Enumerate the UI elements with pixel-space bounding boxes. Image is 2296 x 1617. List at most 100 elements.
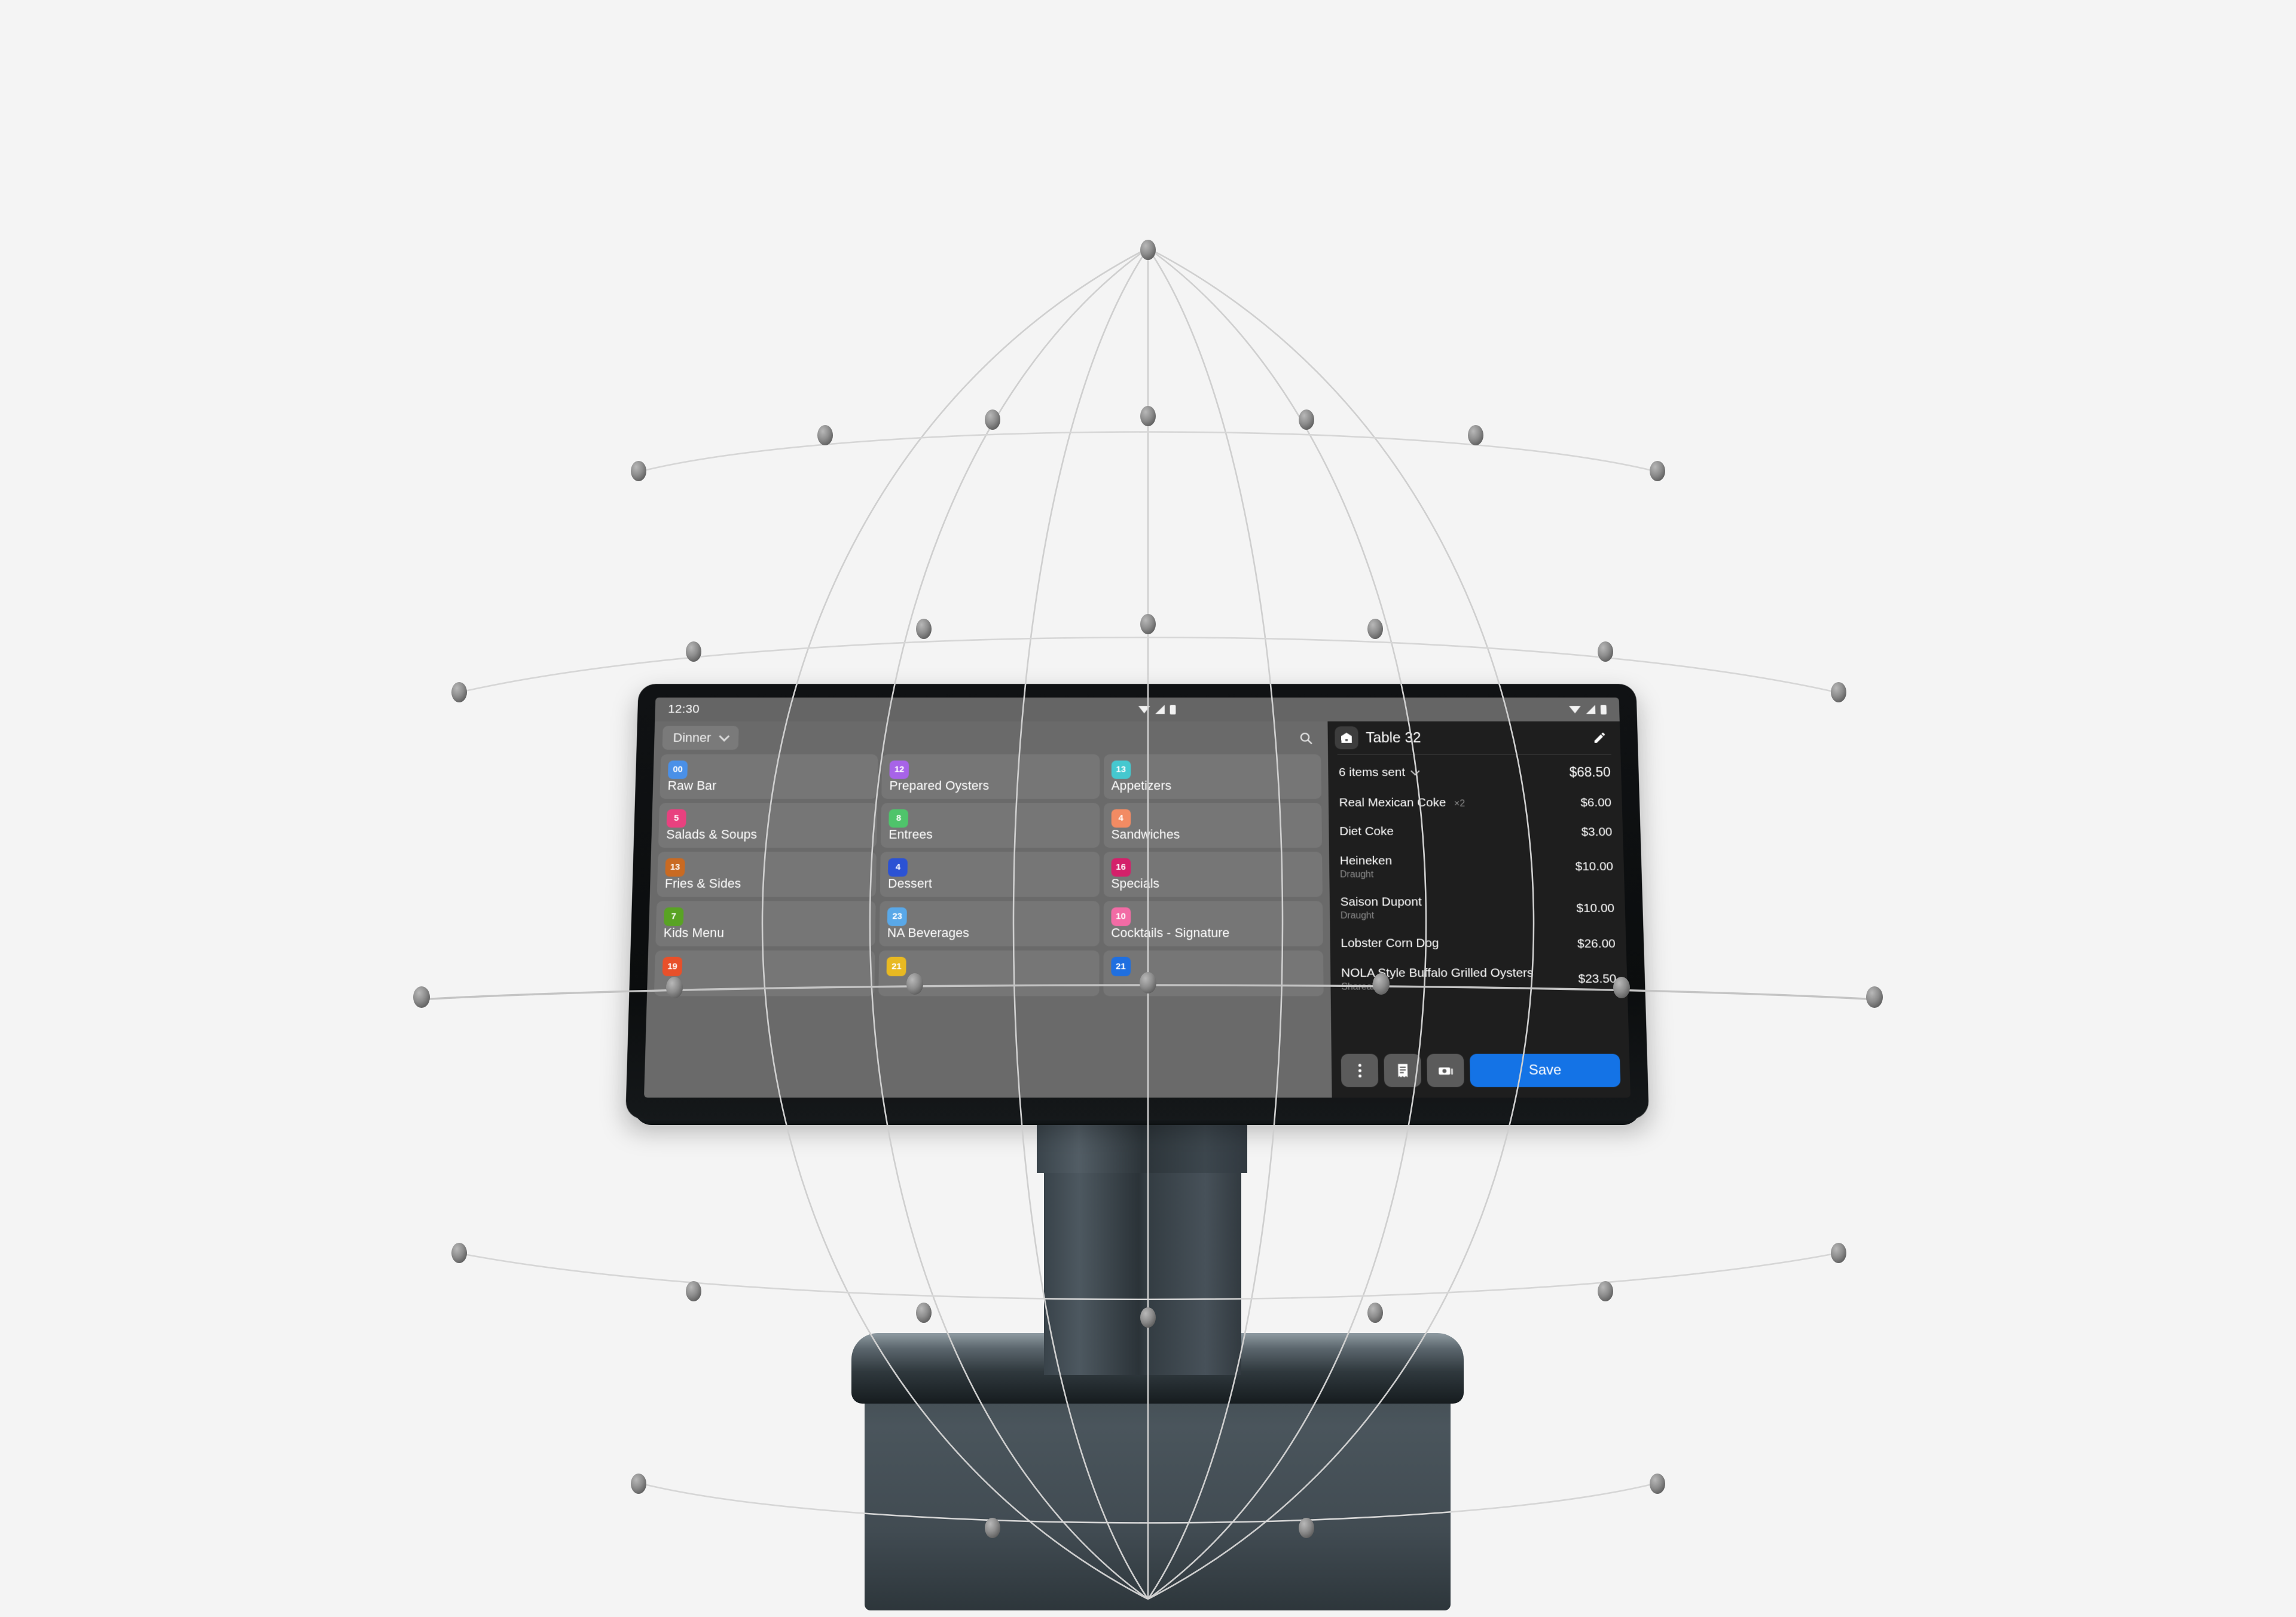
category-tile[interactable]: 13 Fries & Sides [657,852,877,897]
chevron-down-icon [719,731,729,741]
category-tile[interactable]: 12 Prepared Oysters [881,754,1100,799]
order-item-quantity: ×2 [1454,799,1465,809]
category-grid: 00 Raw Bar 12 Prepared Oysters 13 Appetizers 5… [644,754,1332,1098]
category-badge: 12 [890,760,909,779]
order-total: $68.50 [1569,765,1611,780]
screen-body: Dinner 00 Raw Bar 12 Prepared Oysters 13 Appe… [644,722,1631,1098]
status-icons-left-group [1138,705,1176,714]
order-item-modifier: Draught [1341,911,1570,922]
edit-order-button[interactable] [1588,727,1611,748]
category-badge: 00 [668,760,688,779]
category-label: Specials [1111,876,1315,890]
more-options-button[interactable] [1341,1054,1379,1087]
category-tile[interactable]: 5 Salads & Soups [658,803,878,848]
search-button[interactable] [1294,726,1317,749]
order-item-main: Diet Coke [1339,825,1581,839]
order-item-row[interactable]: Lobster Corn Dog $26.00 [1341,929,1616,958]
category-badge: 4 [888,858,908,877]
order-item-price: $10.00 [1576,901,1614,915]
order-item-price: $6.00 [1580,796,1611,810]
search-icon [1298,730,1313,745]
tablet-shell: 12:30 Dinner 00 Raw Bar 12 Prepared Oyst… [625,684,1649,1119]
order-item-price: $23.50 [1578,973,1616,987]
category-label: Dessert [888,876,1092,890]
category-label: Raw Bar [667,779,870,793]
category-badge: 8 [889,809,909,828]
category-tile[interactable]: 8 Entrees [881,803,1100,848]
category-tile[interactable]: 7 Kids Menu [655,901,876,946]
order-pane: Table 32 6 items sent $68.50 Real Mexica… [1327,722,1631,1098]
category-badge: 7 [664,907,683,926]
category-label: Fries & Sides [665,876,869,890]
category-tile[interactable]: 4 Dessert [880,852,1100,897]
order-item-row[interactable]: Saison Dupont Draught $10.00 [1340,888,1615,929]
order-summary[interactable]: 6 items sent $68.50 [1328,755,1622,788]
order-item-name-line: Lobster Corn Dog [1341,937,1570,951]
order-item-main: Saison Dupont Draught [1340,895,1577,922]
order-item-row[interactable]: Heineken Draught $10.00 [1340,846,1614,888]
category-label: Entrees [889,827,1092,841]
wifi-icon [1569,706,1581,713]
category-label: Kids Menu [663,926,868,940]
signal-icon [1586,705,1595,714]
tablet-screen: 12:30 Dinner 00 Raw Bar 12 Prepared Oyst… [644,698,1631,1098]
daypart-label: Dinner [673,730,711,745]
category-tile[interactable]: 19 [654,950,875,996]
order-summary-left: 6 items sent [1339,766,1570,780]
category-badge: 21 [887,957,906,976]
category-label: Salads & Soups [666,827,869,841]
kiosk-stand-neck [1044,1160,1241,1375]
order-item-price: $10.00 [1575,860,1613,874]
category-tile[interactable]: 23 NA Beverages [880,901,1100,946]
order-item-main: Real Mexican Coke ×2 [1339,796,1580,810]
table-icon-button[interactable] [1335,726,1358,749]
print-receipt-button[interactable] [1384,1054,1421,1087]
order-item-price: $3.00 [1581,825,1612,839]
category-tile[interactable]: 21 [878,950,1099,996]
android-status-bar: 12:30 [655,698,1620,722]
category-label: Appetizers [1112,779,1314,793]
table-icon [1339,731,1354,745]
battery-icon [1601,705,1607,714]
category-badge: 13 [1112,760,1131,779]
battery-icon [1170,705,1176,714]
order-item-row[interactable]: Real Mexican Coke ×2 $6.00 [1339,788,1611,817]
category-badge: 16 [1111,858,1131,877]
signal-icon [1155,705,1165,714]
more-vertical-icon [1358,1063,1361,1077]
category-badge: 5 [667,809,686,828]
order-item-name: Real Mexican Coke [1339,796,1446,810]
status-clock: 12:30 [668,702,700,716]
order-item-name-line: Heineken [1340,854,1568,869]
category-badge: 13 [665,858,685,877]
pos-kiosk: 12:30 Dinner 00 Raw Bar 12 Prepared Oyst… [625,671,1649,1615]
chevron-down-icon [1410,766,1419,775]
order-item-name: Heineken [1340,854,1393,869]
order-item-name: Lobster Corn Dog [1341,937,1439,951]
category-tile[interactable]: 00 Raw Bar [660,754,878,799]
order-item-row[interactable]: NOLA Style Buffalo Grilled Oysters Sharea… [1341,958,1617,1000]
category-tile[interactable]: 4 Sandwiches [1104,803,1322,848]
daypart-dropdown[interactable]: Dinner [662,726,739,750]
category-tile[interactable]: 13 Appetizers [1104,754,1321,799]
order-item-name: Saison Dupont [1340,895,1421,910]
items-sent-label: 6 items sent [1339,766,1405,780]
status-icons-right-group [1569,705,1607,714]
category-tile[interactable]: 21 [1103,950,1324,996]
category-tile[interactable]: 10 Cocktails - Signature [1103,901,1323,946]
order-item-main: Lobster Corn Dog [1341,937,1577,951]
order-action-bar: Save [1332,1046,1631,1098]
order-item-main: Heineken Draught [1340,854,1576,881]
pencil-icon [1592,731,1607,745]
order-item-name-line: Real Mexican Coke ×2 [1339,796,1573,810]
order-item-modifier: Shareable [1341,982,1571,993]
cash-payment-button[interactable] [1427,1054,1464,1087]
wifi-icon [1138,706,1150,713]
order-item-row[interactable]: Diet Coke $3.00 [1339,818,1613,846]
category-badge: 21 [1111,957,1131,976]
receipt-icon [1394,1062,1410,1078]
category-label: Sandwiches [1111,827,1314,841]
save-button[interactable]: Save [1470,1054,1621,1087]
category-badge: 10 [1111,907,1131,926]
category-tile[interactable]: 16 Specials [1103,852,1323,897]
